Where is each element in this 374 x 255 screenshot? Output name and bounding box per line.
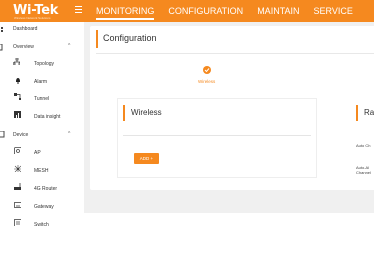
page-title: Configuration [103,33,157,43]
mesh-icon [14,165,21,172]
radio-header: Rad [356,105,374,121]
sidebar-item-label: Topology [34,61,55,67]
wireless-header: Wireless [123,105,162,121]
page-header: Configuration [96,30,374,48]
sidebar-item-label: Data insight [34,114,61,120]
chevron-up-icon: ^ [68,43,71,49]
sidebar-item-label: Overview [13,44,34,50]
bell-icon [16,78,20,84]
sidebar-item-label: Tunnel [34,96,50,102]
sidebar-item-label: Dashboard [13,26,38,32]
add-button[interactable]: ADD + [134,153,159,164]
divider [96,53,374,54]
sidebar-item-label: MESH [34,168,49,174]
nav-configuration[interactable]: CONFIGURATION [168,6,243,20]
step-label: Wireless [198,79,216,84]
tunnel-icon [14,93,21,100]
check-icon [204,68,210,73]
topology-icon [13,58,20,65]
menu-toggle-icon[interactable] [75,6,82,13]
nav-monitoring[interactable]: MONITORING [96,6,155,20]
dashboard-icon [1,27,3,32]
switch-icon [14,219,21,226]
sidebar-item-label: Switch [34,222,49,228]
main-nav: MONITORING CONFIGURATION MAINTAIN SERVIC… [96,6,367,20]
sidebar-item-label: Device [13,132,29,138]
nav-service[interactable]: SERVICE [314,6,353,20]
radio-title: Rad [364,108,374,117]
footer-area [84,213,374,255]
overview-icon [0,44,3,51]
logo-subtitle: Wireless Network Solutions [14,16,51,20]
sidebar-item-label: 4G Router [34,186,58,192]
nav-maintain[interactable]: MAINTAIN [257,6,299,20]
step-indicator[interactable] [203,66,211,74]
wireless-title: Wireless [131,108,162,117]
sidebar-item-label: AP [34,150,41,156]
sidebar-item-label: Alarm [34,79,48,85]
router-icon [14,183,21,190]
sidebar [0,22,84,255]
auto-channel-label: Auto Ch [356,143,371,148]
chevron-up-icon: ^ [68,131,71,137]
channel-label: Channel [356,170,371,175]
device-icon [0,131,5,138]
divider [123,135,311,136]
top-bar: Wi-Tek Wireless Network Solutions MONITO… [0,0,374,22]
data-insight-icon [14,111,21,118]
sidebar-item-label: Gateway [34,204,54,210]
ap-icon [14,147,21,154]
gateway-icon [14,202,21,208]
